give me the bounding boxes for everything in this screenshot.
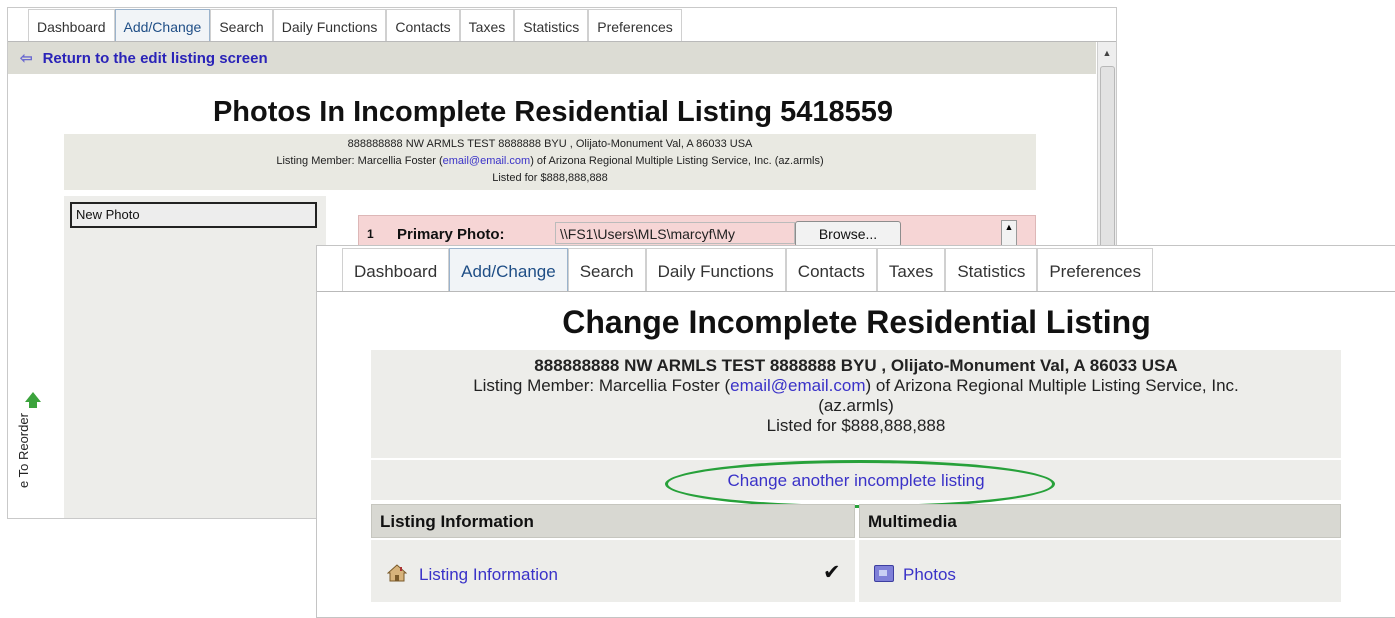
highlight-oval <box>665 460 1055 508</box>
scroll-up-arrow-icon[interactable]: ▲ <box>1101 48 1113 60</box>
move-up-arrow-stem[interactable] <box>29 401 37 408</box>
photo-path-input[interactable]: \\FS1\Users\MLS\marcyf\My <box>555 222 795 244</box>
complete-check-icon: ✔ <box>823 561 841 584</box>
listing-information-link[interactable]: Listing Information <box>419 565 558 585</box>
new-photo-item[interactable]: New Photo <box>70 202 317 228</box>
back-tab-preferences[interactable]: Preferences <box>588 9 682 41</box>
photo-number: 1 <box>367 227 374 241</box>
back-tab-bar: Dashboard Add/Change Search Daily Functi… <box>8 8 1116 42</box>
multimedia-cell: Photos <box>859 540 1341 602</box>
back-tab-daily-functions[interactable]: Daily Functions <box>272 9 387 41</box>
back-tab-dashboard[interactable]: Dashboard <box>28 9 115 41</box>
multimedia-header: Multimedia <box>859 504 1341 538</box>
house-icon[interactable] <box>387 564 407 582</box>
tab-search[interactable]: Search <box>567 248 646 291</box>
back-tab-add-change[interactable]: Add/Change <box>114 9 211 41</box>
listing-summary: 888888888 NW ARMLS TEST 8888888 BYU , Ol… <box>371 350 1341 458</box>
reorder-hint: e To Reorder <box>16 413 31 488</box>
return-arrow-icon[interactable]: ⇦ <box>20 49 33 67</box>
listing-price: Listed for $888,888,888 <box>492 172 608 184</box>
tab-contacts[interactable]: Contacts <box>785 248 877 291</box>
tab-preferences[interactable]: Preferences <box>1037 248 1154 291</box>
photos-link[interactable]: Photos <box>903 565 956 585</box>
listing-information-cell: Listing Information ✔ <box>371 540 855 602</box>
member-suffix: ) of Arizona Regional Multiple Listing S… <box>865 376 1239 395</box>
listing-address: 888888888 NW ARMLS TEST 8888888 BYU , Ol… <box>347 138 753 150</box>
listing-information-header: Listing Information <box>371 504 855 538</box>
back-tab-search[interactable]: Search <box>210 9 273 41</box>
tab-daily-functions[interactable]: Daily Functions <box>645 248 786 291</box>
browse-button[interactable]: Browse... <box>795 221 901 247</box>
back-tab-contacts[interactable]: Contacts <box>386 9 460 41</box>
primary-photo-label: Primary Photo: <box>397 226 505 243</box>
photos-icon[interactable] <box>874 565 894 582</box>
front-tab-bar: Dashboard Add/Change Search Daily Functi… <box>317 246 1395 292</box>
tab-statistics[interactable]: Statistics <box>945 248 1038 291</box>
listing-summary: 888888888 NW ARMLS TEST 8888888 BYU , Ol… <box>64 134 1036 190</box>
member-org-code: (az.armls) <box>818 396 894 415</box>
page-title: Change Incomplete Residential Listing <box>562 304 1151 340</box>
listing-member: Listing Member: Marcellia Foster (email@… <box>64 153 1036 170</box>
listing-price: Listed for $888,888,888 <box>766 416 946 435</box>
change-listing-window: Dashboard Add/Change Search Daily Functi… <box>316 245 1395 618</box>
back-tab-statistics[interactable]: Statistics <box>514 9 589 41</box>
member-prefix: Listing Member: Marcellia Foster ( <box>473 376 731 395</box>
member-prefix: Listing Member: Marcellia Foster ( <box>276 155 443 167</box>
back-tab-taxes[interactable]: Taxes <box>459 9 515 41</box>
tab-taxes[interactable]: Taxes <box>876 248 946 291</box>
member-suffix: ) of Arizona Regional Multiple Listing S… <box>530 155 824 167</box>
member-email-link[interactable]: email@email.com <box>730 376 865 395</box>
member-email-link[interactable]: email@email.com <box>443 155 531 167</box>
return-link[interactable]: Return to the edit listing screen <box>43 50 268 67</box>
page-title: Photos In Incomplete Residential Listing… <box>212 96 894 128</box>
tab-add-change[interactable]: Add/Change <box>449 248 568 291</box>
listing-address: 888888888 NW ARMLS TEST 8888888 BYU , Ol… <box>534 356 1178 375</box>
tab-dashboard[interactable]: Dashboard <box>342 248 450 291</box>
return-bar: ⇦ Return to the edit listing screen <box>8 42 1096 74</box>
photo-sidebar: New Photo <box>64 196 326 518</box>
listing-member: Listing Member: Marcellia Foster (email@… <box>371 376 1341 396</box>
